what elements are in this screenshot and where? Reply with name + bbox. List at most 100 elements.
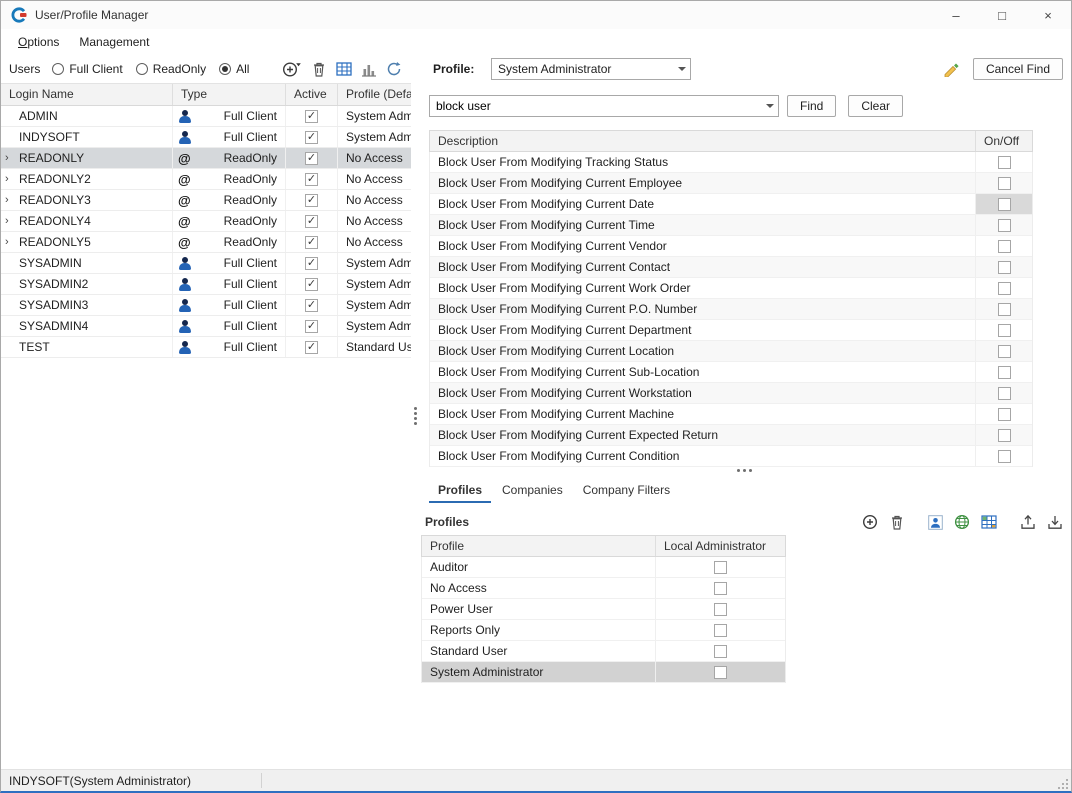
filter-radio[interactable]: All xyxy=(219,62,249,76)
onoff-checkbox[interactable] xyxy=(998,240,1011,253)
user-row[interactable]: › TEST Full Client Standard Use xyxy=(1,337,411,358)
onoff-checkbox[interactable] xyxy=(998,303,1011,316)
expand-chevron-icon[interactable]: › xyxy=(5,174,16,185)
active-checkbox[interactable] xyxy=(305,236,318,249)
permission-row[interactable]: Block User From Modifying Tracking Statu… xyxy=(430,152,1032,173)
user-row[interactable]: › READONLY4 ReadOnly No Access xyxy=(1,211,411,232)
find-combobox[interactable] xyxy=(429,95,779,117)
onoff-checkbox[interactable] xyxy=(998,387,1011,400)
cancel-find-button[interactable]: Cancel Find xyxy=(973,58,1063,80)
expand-chevron-icon[interactable]: › xyxy=(5,153,16,164)
column-header-login-name[interactable]: Login Name xyxy=(1,84,173,105)
minimize-button[interactable]: – xyxy=(933,1,979,29)
user-row[interactable]: › READONLY ReadOnly No Access xyxy=(1,148,411,169)
add-user-button[interactable] xyxy=(282,60,302,78)
active-checkbox[interactable] xyxy=(305,131,318,144)
profile-row[interactable]: No Access xyxy=(422,578,785,599)
column-header-type[interactable]: Type xyxy=(173,84,286,105)
onoff-checkbox[interactable] xyxy=(998,219,1011,232)
onoff-checkbox[interactable] xyxy=(998,429,1011,442)
onoff-checkbox[interactable] xyxy=(998,198,1011,211)
permission-row[interactable]: Block User From Modifying Current Contac… xyxy=(430,257,1032,278)
onoff-checkbox[interactable] xyxy=(998,345,1011,358)
column-header-profile-name[interactable]: Profile xyxy=(422,536,656,556)
onoff-checkbox[interactable] xyxy=(998,177,1011,190)
profile-row[interactable]: Auditor xyxy=(422,557,785,578)
expand-chevron-icon[interactable]: › xyxy=(5,216,16,227)
column-header-active[interactable]: Active xyxy=(286,84,338,105)
onoff-checkbox[interactable] xyxy=(998,408,1011,421)
horizontal-splitter-grip-icon[interactable] xyxy=(737,469,740,472)
menu-management[interactable]: Management xyxy=(70,32,158,52)
active-checkbox[interactable] xyxy=(305,320,318,333)
vertical-splitter[interactable] xyxy=(411,55,419,769)
permission-row[interactable]: Block User From Modifying Current Locati… xyxy=(430,341,1032,362)
modify-find-icon[interactable] xyxy=(944,62,963,77)
onoff-checkbox[interactable] xyxy=(998,324,1011,337)
profile-web-button[interactable] xyxy=(954,514,970,530)
user-row[interactable]: › SYSADMIN3 Full Client System Admir xyxy=(1,295,411,316)
permission-row[interactable]: Block User From Modifying Current Vendor xyxy=(430,236,1032,257)
export-profiles-button[interactable] xyxy=(1020,514,1036,530)
active-checkbox[interactable] xyxy=(305,215,318,228)
tab[interactable]: Profiles xyxy=(429,479,491,503)
find-input[interactable] xyxy=(430,97,762,115)
active-checkbox[interactable] xyxy=(305,194,318,207)
active-checkbox[interactable] xyxy=(305,110,318,123)
profile-grid-button[interactable] xyxy=(981,514,997,530)
active-checkbox[interactable] xyxy=(305,278,318,291)
add-profile-button[interactable] xyxy=(862,514,878,530)
onoff-checkbox[interactable] xyxy=(998,156,1011,169)
user-row[interactable]: › ADMIN Full Client System Admir xyxy=(1,106,411,127)
expand-chevron-icon[interactable]: › xyxy=(5,237,16,248)
clear-button[interactable]: Clear xyxy=(848,95,903,117)
resize-grip[interactable] xyxy=(1057,778,1069,790)
user-row[interactable]: › SYSADMIN2 Full Client System Admir xyxy=(1,274,411,295)
local-admin-checkbox[interactable] xyxy=(714,666,727,679)
permission-row[interactable]: Block User From Modifying Current Sub-Lo… xyxy=(430,362,1032,383)
permission-row[interactable]: Block User From Modifying Current Condit… xyxy=(430,446,1032,467)
permission-row[interactable]: Block User From Modifying Current P.O. N… xyxy=(430,299,1032,320)
profile-select[interactable]: System Administrator xyxy=(491,58,691,80)
permission-row[interactable]: Block User From Modifying Current Machin… xyxy=(430,404,1032,425)
delete-user-button[interactable] xyxy=(311,61,327,78)
user-row[interactable]: › SYSADMIN4 Full Client System Admir xyxy=(1,316,411,337)
user-row[interactable]: › READONLY3 ReadOnly No Access xyxy=(1,190,411,211)
permission-row[interactable]: Block User From Modifying Current Date xyxy=(430,194,1032,215)
chart-button[interactable] xyxy=(361,61,377,77)
permission-row[interactable]: Block User From Modifying Current Work O… xyxy=(430,278,1032,299)
close-button[interactable]: × xyxy=(1025,1,1071,29)
onoff-checkbox[interactable] xyxy=(998,450,1011,463)
column-header-onoff[interactable]: On/Off xyxy=(976,131,1032,151)
user-row[interactable]: › SYSADMIN Full Client System Admir xyxy=(1,253,411,274)
filter-radio[interactable]: ReadOnly xyxy=(136,62,206,76)
delete-profile-button[interactable] xyxy=(889,514,905,531)
find-button[interactable]: Find xyxy=(787,95,836,117)
local-admin-checkbox[interactable] xyxy=(714,603,727,616)
column-header-local-administrator[interactable]: Local Administrator xyxy=(656,536,785,556)
profile-row[interactable]: System Administrator xyxy=(422,662,785,683)
permission-row[interactable]: Block User From Modifying Current Time xyxy=(430,215,1032,236)
permission-row[interactable]: Block User From Modifying Current Expect… xyxy=(430,425,1032,446)
column-header-profile[interactable]: Profile (Defa xyxy=(338,84,411,105)
onoff-checkbox[interactable] xyxy=(998,366,1011,379)
import-profiles-button[interactable] xyxy=(1047,514,1063,530)
permission-row[interactable]: Block User From Modifying Current Workst… xyxy=(430,383,1032,404)
tab[interactable]: Company Filters xyxy=(574,479,679,503)
profile-user-button[interactable] xyxy=(928,515,943,530)
tab[interactable]: Companies xyxy=(493,479,572,503)
column-header-description[interactable]: Description xyxy=(430,131,976,151)
menu-options[interactable]: Options xyxy=(9,32,68,52)
profile-row[interactable]: Standard User xyxy=(422,641,785,662)
local-admin-checkbox[interactable] xyxy=(714,582,727,595)
local-admin-checkbox[interactable] xyxy=(714,624,727,637)
profile-row[interactable]: Power User xyxy=(422,599,785,620)
active-checkbox[interactable] xyxy=(305,341,318,354)
profile-row[interactable]: Reports Only xyxy=(422,620,785,641)
permission-row[interactable]: Block User From Modifying Current Depart… xyxy=(430,320,1032,341)
active-checkbox[interactable] xyxy=(305,173,318,186)
active-checkbox[interactable] xyxy=(305,257,318,270)
active-checkbox[interactable] xyxy=(305,152,318,165)
onoff-checkbox[interactable] xyxy=(998,282,1011,295)
local-admin-checkbox[interactable] xyxy=(714,645,727,658)
